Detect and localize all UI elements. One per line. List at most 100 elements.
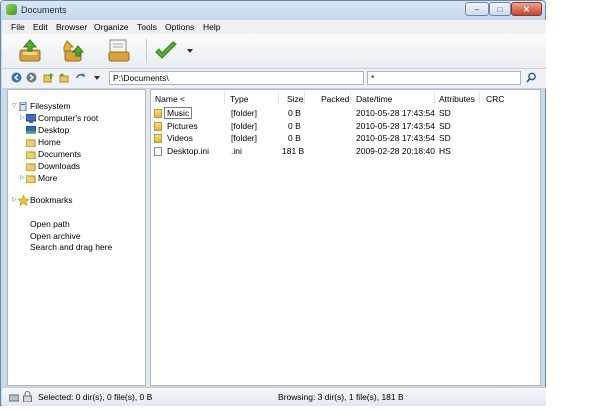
- history-dropdown-icon[interactable]: [94, 72, 101, 83]
- column-divider[interactable]: [304, 92, 305, 104]
- column-headers: Name < Type Size Packed Date/time Attrib…: [151, 90, 540, 106]
- file-size: 0 B: [288, 121, 301, 131]
- maximize-button[interactable]: □: [489, 2, 511, 16]
- search-icon[interactable]: [526, 72, 537, 83]
- menu-file[interactable]: File: [11, 22, 25, 32]
- extract-icon: [63, 40, 85, 62]
- desktop-icon: [26, 126, 36, 134]
- minimize-button[interactable]: –: [465, 2, 489, 16]
- file-row-music[interactable]: Music [folder] 0 B 2010-05-28 17:43:54 S…: [151, 107, 540, 120]
- open-archive-link[interactable]: Open archive: [30, 231, 81, 241]
- file-row-desktop-ini[interactable]: Desktop.ini .ini 181 B 2009-02-28 20:18:…: [151, 146, 540, 158]
- path-input[interactable]: [109, 71, 364, 85]
- forward-icon[interactable]: [26, 72, 37, 83]
- drive-icon: [9, 394, 19, 402]
- lock-icon: [23, 391, 32, 402]
- folder-icon: [26, 139, 36, 147]
- file-attributes: HS: [439, 146, 451, 156]
- column-header-name[interactable]: Name <: [155, 94, 185, 104]
- checkmark-button[interactable]: [153, 38, 179, 64]
- computer-icon: [26, 114, 36, 123]
- file-datetime: 2010-05-28 17:43:54: [356, 133, 435, 143]
- tree-collapse-icon[interactable]: ▽: [12, 102, 18, 110]
- title-bar[interactable]: Documents – □ ✕: [1, 1, 545, 20]
- column-divider[interactable]: [278, 92, 279, 104]
- file-datetime: 2010-05-28 17:43:54: [356, 121, 435, 131]
- open-path-link[interactable]: Open path: [30, 219, 70, 229]
- menu-tools[interactable]: Tools: [137, 22, 157, 32]
- column-header-attributes[interactable]: Attributes: [439, 94, 475, 104]
- file-name: Pictures: [167, 121, 198, 131]
- tree-label: More: [38, 173, 58, 183]
- dropdown-arrow-icon: [187, 49, 193, 53]
- file-size: 0 B: [288, 108, 301, 118]
- app-leaf-icon: [6, 4, 17, 15]
- file-datetime: 2010-05-28 17:43:54: [356, 108, 435, 118]
- tree-label: Bookmarks: [30, 195, 73, 205]
- window-title: Documents: [21, 5, 67, 15]
- status-bar: Selected: 0 dir(s), 0 file(s), 0 B Brows…: [2, 387, 546, 406]
- folder-tree-panel: ▽ Filesystem ▷ Computer's root Desktop H…: [7, 89, 146, 386]
- column-header-type[interactable]: Type: [230, 94, 248, 104]
- filter-input[interactable]: [367, 71, 521, 85]
- add-archive-icon: [19, 39, 41, 62]
- add-archive-button[interactable]: [17, 38, 43, 64]
- search-and-drag-link[interactable]: Search and drag here: [30, 242, 112, 252]
- app-window: Documents – □ ✕ File Edit Browser Organi…: [0, 0, 546, 406]
- file-name: Desktop.ini: [167, 146, 210, 156]
- column-header-datetime[interactable]: Date/time: [356, 94, 392, 104]
- back-icon[interactable]: [11, 72, 22, 83]
- menu-organize[interactable]: Organize: [94, 22, 129, 32]
- folder-icon: [26, 151, 36, 159]
- folder-icon: [26, 163, 36, 171]
- column-header-packed[interactable]: Packed: [321, 94, 349, 104]
- file-row-videos[interactable]: Videos [folder] 0 B 2010-05-28 17:43:54 …: [151, 133, 540, 145]
- tree-label: Desktop: [38, 125, 70, 135]
- tree-label: Computer's root: [38, 113, 99, 123]
- menu-browser[interactable]: Browser: [56, 22, 87, 32]
- column-divider[interactable]: [479, 92, 480, 104]
- test-archive-button[interactable]: [106, 38, 132, 64]
- folder-icon: [154, 122, 162, 131]
- menu-options[interactable]: Options: [165, 22, 194, 32]
- file-name: Videos: [167, 133, 193, 143]
- folder-icon: [154, 109, 162, 118]
- refresh-icon[interactable]: [75, 72, 86, 83]
- column-header-size[interactable]: Size: [287, 94, 304, 104]
- column-divider[interactable]: [350, 92, 351, 104]
- file-size: 181 B: [282, 146, 305, 156]
- file-attributes: SD: [439, 108, 451, 118]
- file-datetime: 2009-02-28 20:18:40: [356, 146, 435, 156]
- menu-bar: File Edit Browser Organize Tools Options…: [2, 20, 546, 34]
- file-name[interactable]: Music: [164, 107, 193, 119]
- tree-label: Home: [38, 137, 61, 147]
- file-size: 0 B: [288, 133, 301, 143]
- main-toolbar: [2, 34, 546, 69]
- file-type: [folder]: [231, 121, 257, 131]
- checkmark-dropdown-button[interactable]: [185, 38, 195, 64]
- column-divider[interactable]: [434, 92, 435, 104]
- checkmark-icon: [155, 41, 177, 59]
- folder-icon: [26, 175, 36, 183]
- tree-label: Filesystem: [30, 101, 71, 111]
- column-divider[interactable]: [224, 92, 225, 104]
- menu-help[interactable]: Help: [203, 22, 220, 32]
- filesystem-icon: [19, 102, 27, 111]
- tree-label: Downloads: [38, 161, 81, 171]
- extract-button[interactable]: [60, 38, 86, 64]
- close-button[interactable]: ✕: [511, 2, 542, 16]
- menu-edit[interactable]: Edit: [33, 22, 48, 32]
- selection-status: Selected: 0 dir(s), 0 file(s), 0 B: [38, 392, 153, 402]
- address-bar: [2, 69, 546, 89]
- star-icon: [18, 195, 29, 206]
- folder-icon: [154, 134, 162, 143]
- file-attributes: SD: [439, 133, 451, 143]
- column-header-crc[interactable]: CRC: [486, 94, 504, 104]
- root-folder-icon[interactable]: [59, 72, 70, 83]
- tree-label: Documents: [38, 149, 81, 159]
- test-archive-icon: [108, 39, 130, 62]
- file-row-pictures[interactable]: Pictures [folder] 0 B 2010-05-28 17:43:5…: [151, 121, 540, 133]
- file-attributes: SD: [439, 121, 451, 131]
- up-folder-icon[interactable]: [43, 72, 54, 83]
- file-type: [folder]: [231, 133, 257, 143]
